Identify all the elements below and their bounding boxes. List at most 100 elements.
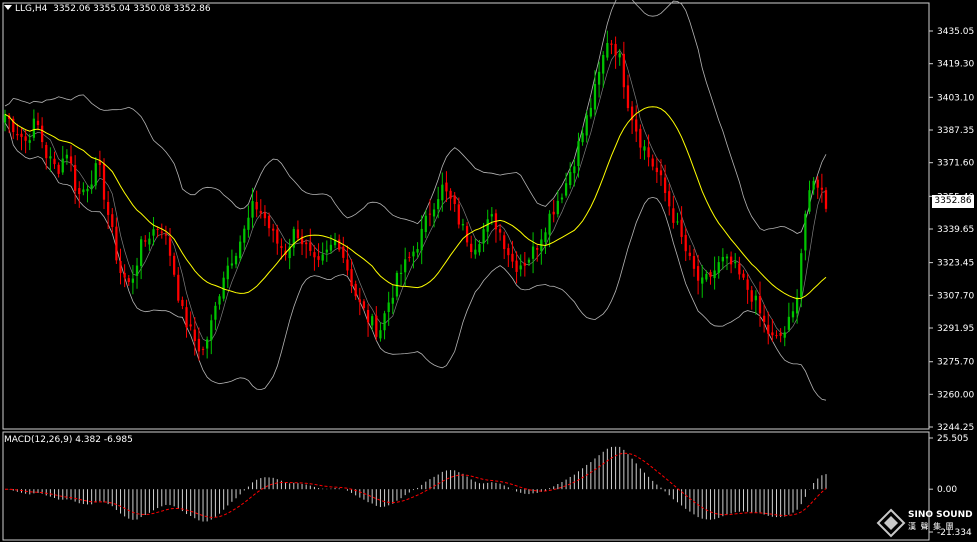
candle-down — [515, 260, 518, 272]
candle-up — [787, 316, 791, 330]
candle-up — [152, 229, 155, 236]
candle-up — [65, 154, 69, 159]
candle-down — [53, 158, 56, 165]
candle-down — [511, 253, 514, 262]
candle-up — [602, 54, 605, 74]
candle-down — [688, 252, 691, 256]
logo-text-en: SINO SOUND — [908, 510, 973, 520]
candle-down — [317, 256, 320, 260]
candle-up — [581, 133, 584, 143]
candle-up — [705, 273, 708, 280]
candle-down — [160, 231, 163, 233]
candle-down — [771, 332, 774, 336]
candle-up — [486, 219, 489, 232]
candle-up — [239, 241, 242, 259]
candle-down — [362, 301, 366, 308]
candle-down — [408, 256, 411, 258]
candle-down — [309, 242, 312, 251]
candle-down — [503, 235, 506, 250]
candle-up — [243, 228, 246, 243]
candle-up — [585, 115, 588, 136]
candle-up — [86, 188, 89, 192]
candle-down — [144, 240, 147, 242]
candle-up — [573, 166, 576, 174]
candle-up — [548, 213, 551, 235]
y-tick-label: 3371.60 — [937, 159, 974, 169]
candle-up — [597, 71, 601, 85]
candle-up — [577, 141, 580, 167]
candle-down — [197, 338, 201, 352]
candle-down — [267, 215, 271, 229]
candle-up — [734, 261, 737, 264]
candle-up — [49, 156, 52, 159]
candle-up — [383, 313, 386, 331]
candle-down — [123, 272, 126, 278]
candle-down — [280, 246, 283, 248]
candle-down — [647, 147, 650, 158]
candle-down — [296, 229, 300, 239]
candle-down — [507, 248, 510, 256]
candle-down — [696, 266, 700, 281]
candle-up — [482, 229, 485, 244]
candle-up — [593, 84, 597, 110]
candle-down — [24, 136, 27, 141]
candle-up — [32, 118, 36, 138]
candle-down — [498, 229, 502, 233]
candle-up — [61, 158, 64, 173]
candle-down — [742, 273, 745, 278]
candle-down — [173, 255, 176, 275]
candle-up — [371, 316, 374, 326]
macd-y-tick-label: 25.505 — [937, 434, 969, 444]
candle-up — [812, 180, 815, 190]
candle-up — [210, 320, 213, 341]
candle-up — [399, 272, 403, 275]
candle-up — [527, 259, 531, 263]
candle-up — [131, 278, 135, 283]
candle-up — [701, 277, 704, 284]
candle-down — [69, 156, 73, 164]
candle-down — [639, 128, 642, 148]
candle-down — [177, 274, 180, 301]
candle-down — [16, 134, 19, 136]
candle-down — [259, 210, 262, 214]
y-tick-label: 3403.10 — [937, 93, 974, 103]
candle-up — [28, 140, 31, 143]
candle-down — [779, 332, 782, 336]
candle-down — [115, 226, 118, 261]
candle-up — [230, 263, 234, 266]
candle-up — [791, 311, 795, 318]
candle-down — [552, 211, 555, 215]
diamond-logo-icon — [876, 508, 906, 538]
candle-up — [800, 253, 803, 298]
candle-up — [676, 221, 679, 223]
candle-down — [470, 243, 473, 253]
candle-up — [589, 107, 592, 117]
candle-down — [453, 195, 456, 204]
candle-down — [663, 177, 667, 194]
candle-up — [321, 254, 324, 261]
candle-up — [140, 239, 143, 266]
candle-down — [366, 309, 370, 323]
candle-down — [276, 229, 279, 244]
candle-down — [20, 133, 23, 137]
candle-up — [325, 249, 328, 253]
candle-down — [111, 214, 114, 228]
candle-down — [445, 182, 448, 192]
candle-up — [387, 302, 390, 312]
candle-up — [214, 305, 217, 320]
candle-down — [189, 324, 192, 327]
candle-down — [655, 167, 658, 173]
candle-up — [226, 265, 229, 280]
candle-up — [3, 114, 7, 123]
candle-up — [437, 199, 440, 210]
candle-down — [354, 283, 357, 297]
price-chart[interactable]: 3435.053419.303403.103387.353371.603355.… — [0, 0, 977, 542]
candle-down — [626, 85, 630, 109]
candle-down — [164, 234, 168, 236]
candle-down — [536, 247, 539, 250]
moving-average-line — [4, 106, 827, 300]
candle-down — [709, 272, 712, 277]
candle-up — [441, 184, 444, 201]
candle-down — [255, 201, 258, 210]
logo-text-cn: 漢 聲 集 團 — [908, 522, 955, 531]
